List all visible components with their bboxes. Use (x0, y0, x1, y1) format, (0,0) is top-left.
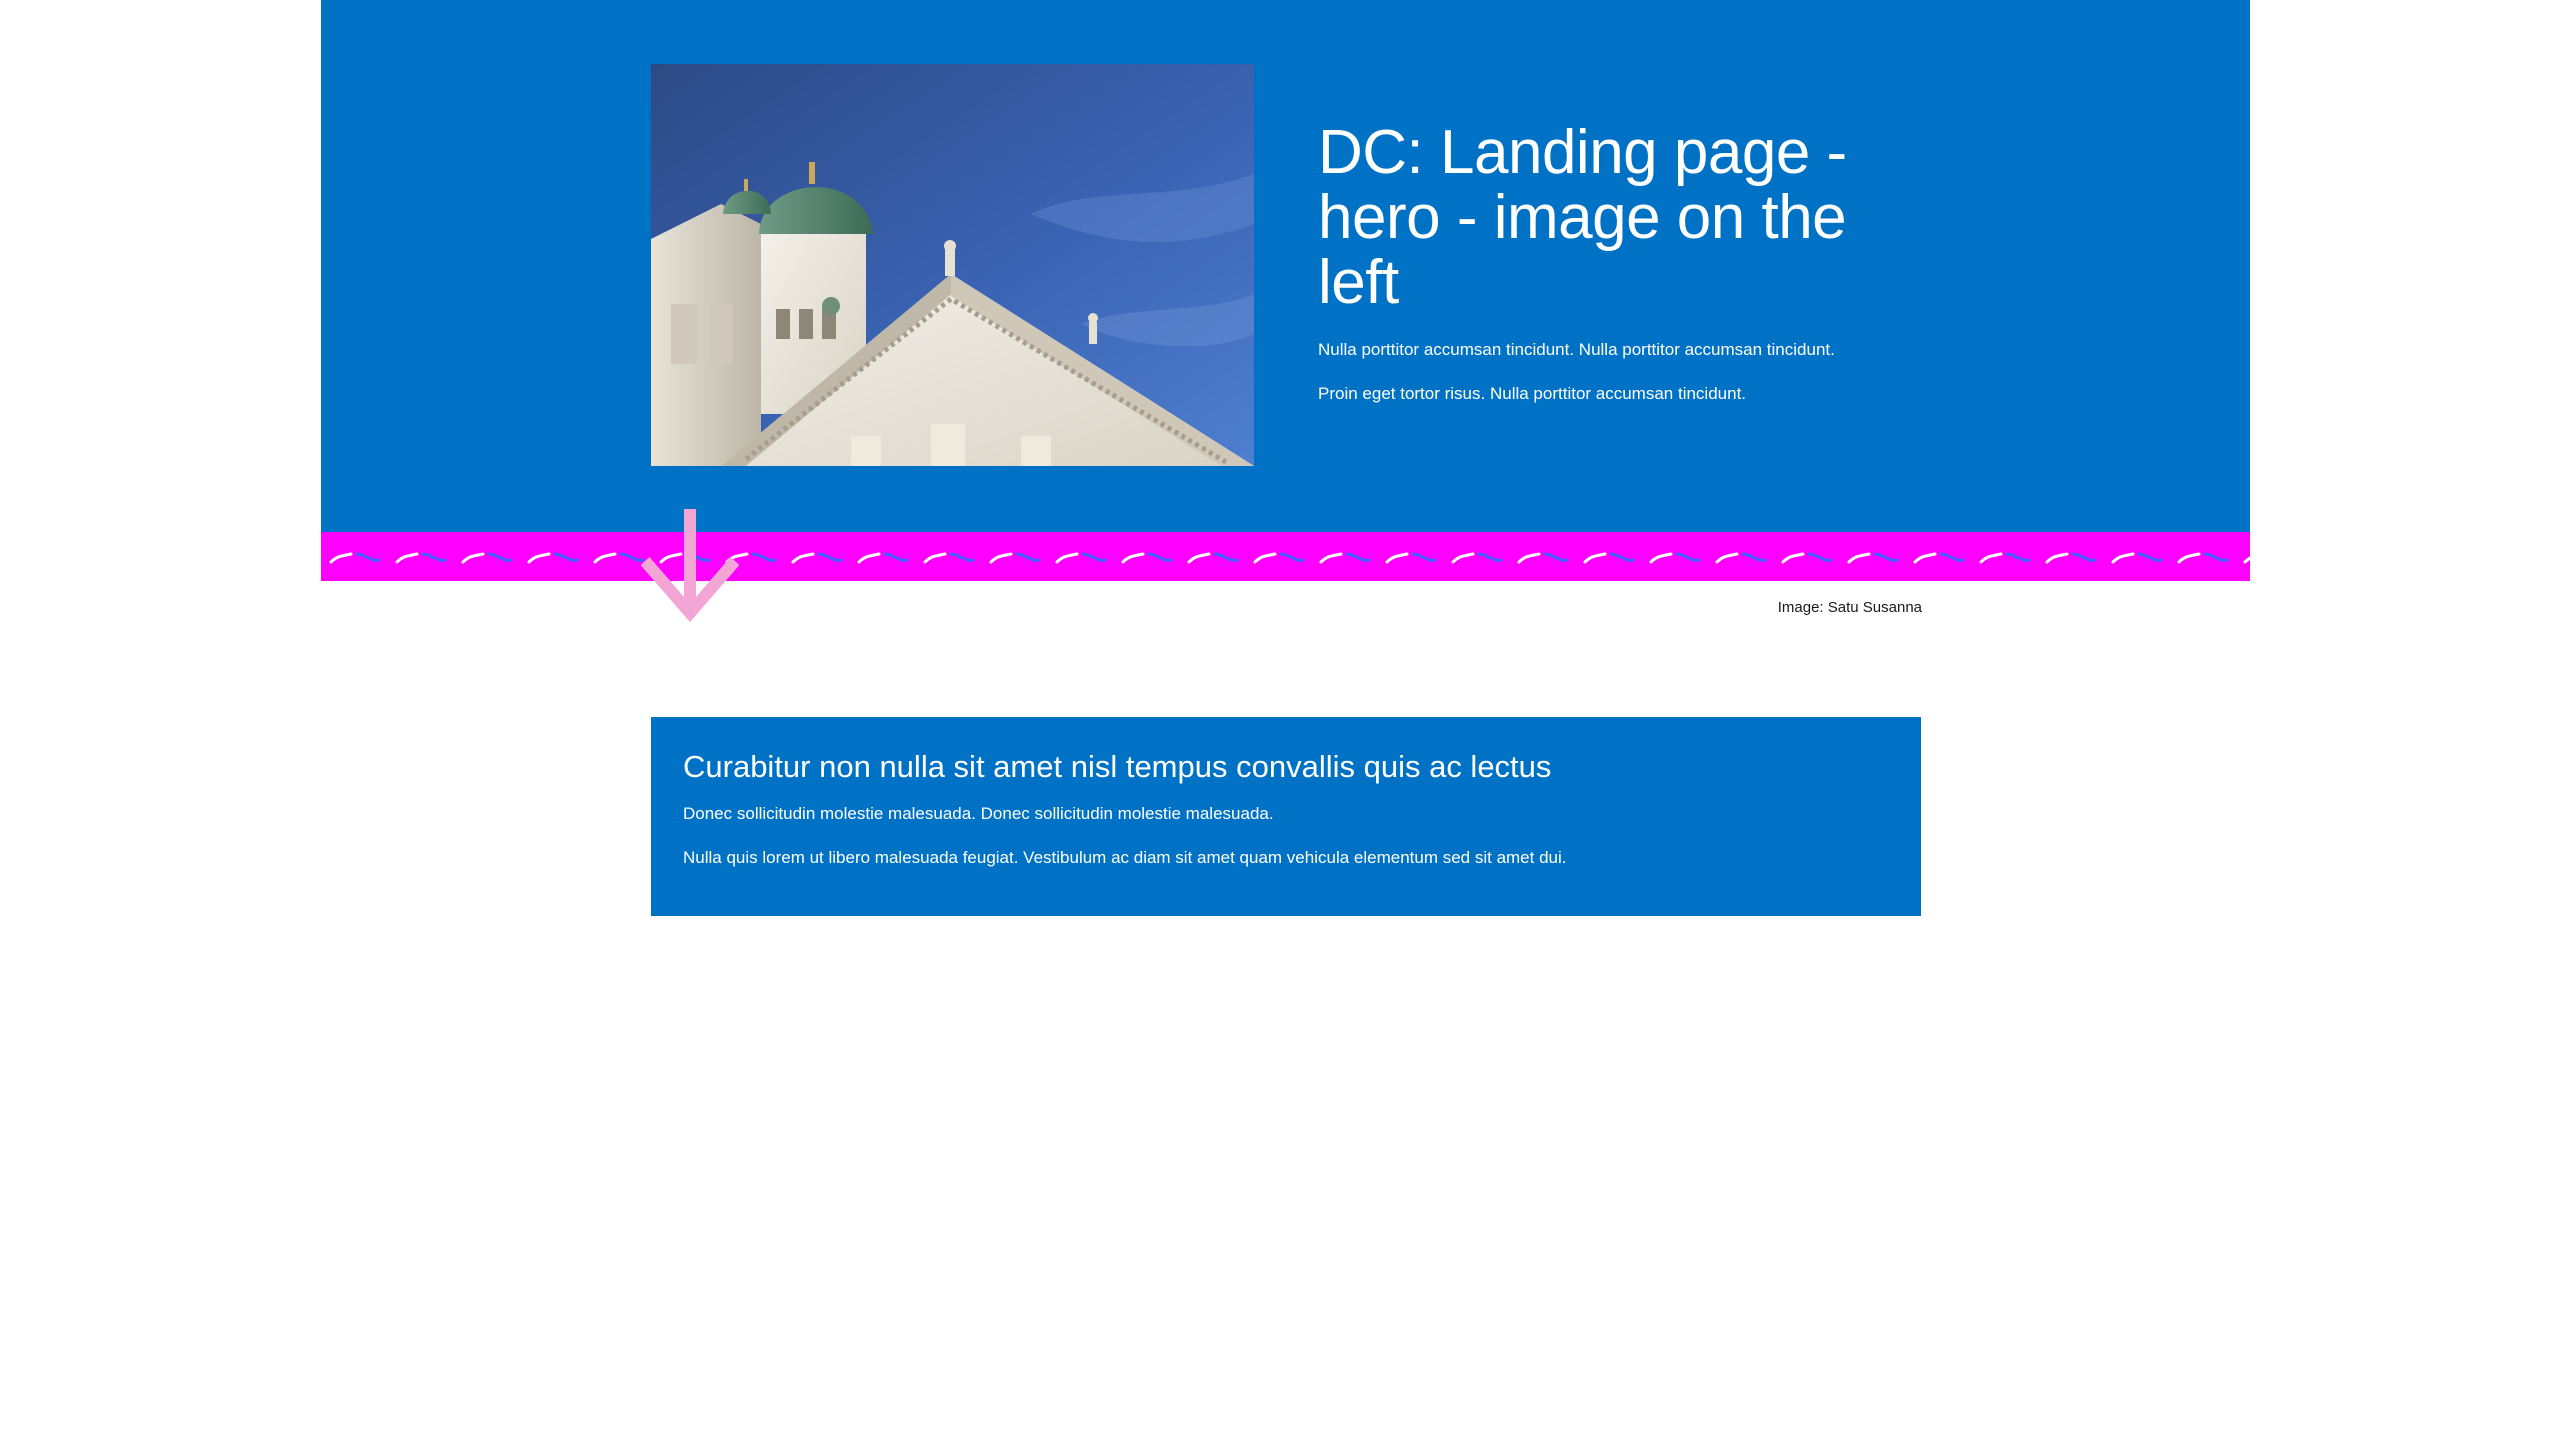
hero-section: DC: Landing page - hero - image on the l… (321, 0, 2250, 532)
hero-image (651, 64, 1254, 466)
page: DC: Landing page - hero - image on the l… (0, 0, 2560, 1440)
hero-paragraph: Proin eget tortor risus. Nulla porttitor… (1318, 384, 1747, 403)
arrow-down-icon[interactable] (640, 509, 740, 624)
card-paragraph: Nulla quis lorem ut libero malesuada feu… (683, 848, 1567, 867)
card-paragraph: Donec sollicitudin molestie malesuada. D… (683, 804, 1274, 823)
card-title: Curabitur non nulla sit amet nisl tempus… (683, 749, 1552, 784)
hero-paragraph: Nulla porttitor accumsan tincidunt. Null… (1318, 340, 1835, 359)
content-card: Curabitur non nulla sit amet nisl tempus… (651, 717, 1921, 916)
koros-wave-stripe (321, 532, 2250, 581)
page-title: DC: Landing page - hero - image on the l… (1318, 118, 1847, 317)
hero-text: DC: Landing page - hero - image on the l… (1318, 120, 1918, 405)
image-caption: Image: Satu Susanna (1777, 599, 1922, 616)
